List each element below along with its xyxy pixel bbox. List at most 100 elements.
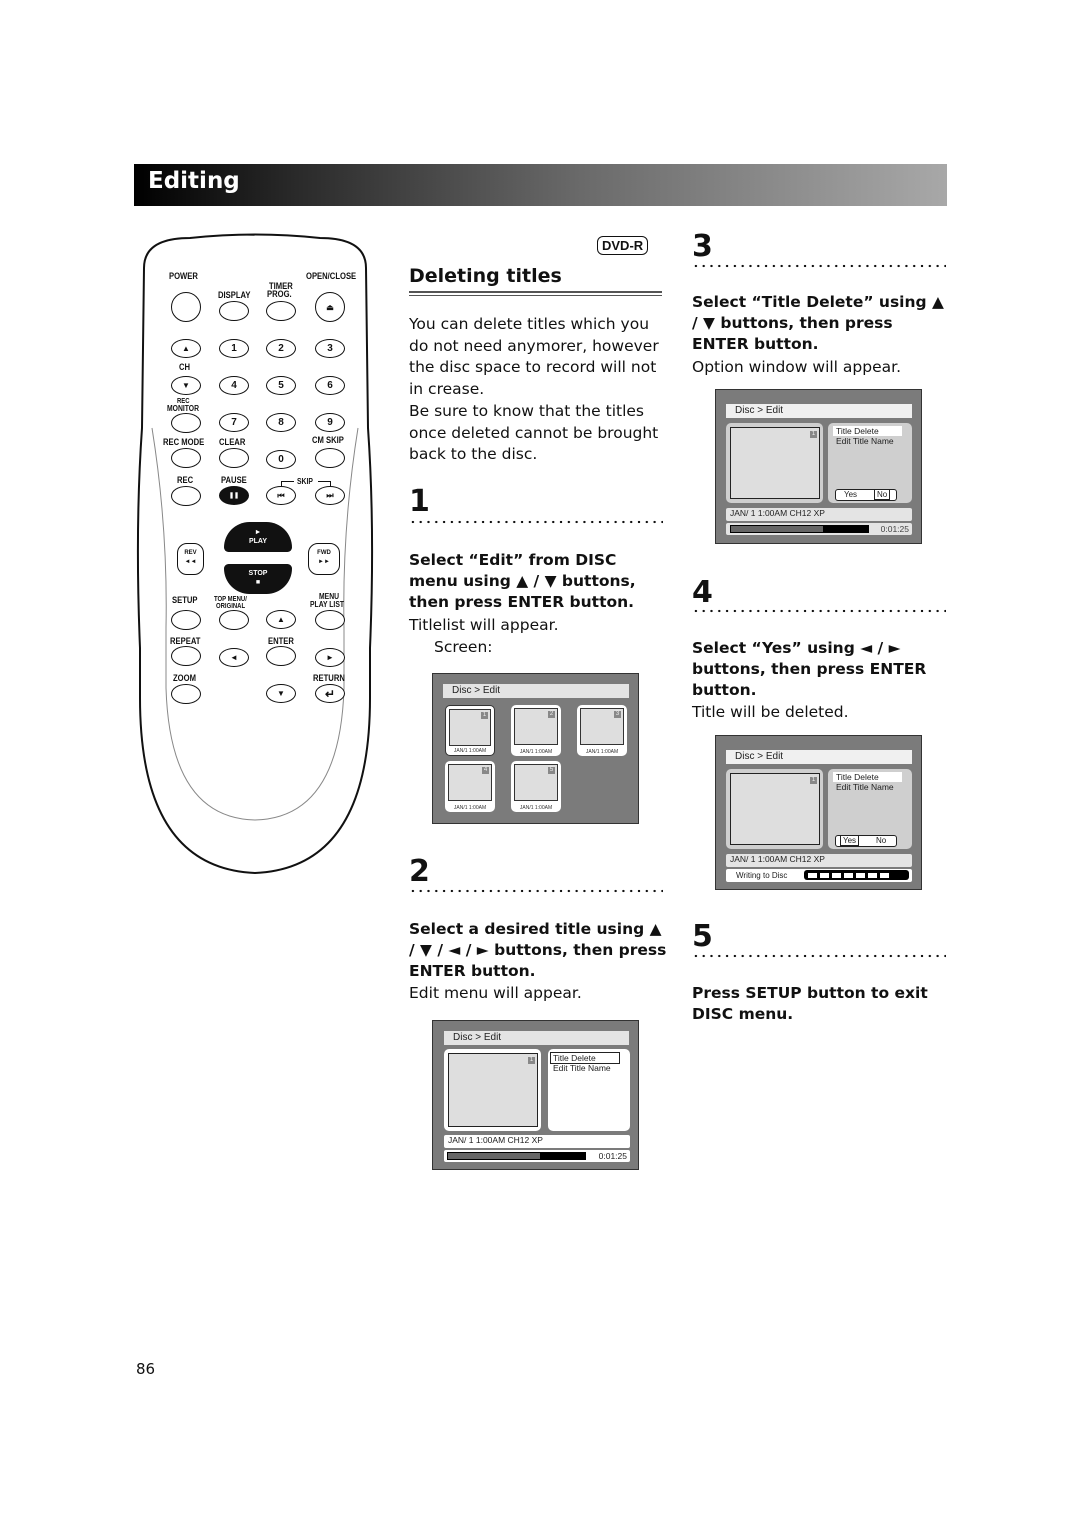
menu-play-list-button[interactable] xyxy=(315,610,345,630)
osd-info-bar: JAN/ 1 1:00AM CH12 XP xyxy=(726,854,912,867)
setup-button[interactable] xyxy=(171,610,201,630)
osd-preview-image xyxy=(448,1053,538,1127)
power-button[interactable] xyxy=(171,292,201,322)
osd-title-thumbnail[interactable]: 5 JAN/1 1:00AM xyxy=(511,761,561,812)
digit-4-button[interactable]: 4 xyxy=(219,376,249,395)
label-skip: SKIP xyxy=(297,477,313,486)
nav-down-button[interactable]: ▼ xyxy=(266,684,296,703)
digit-9-button[interactable]: 9 xyxy=(315,413,345,432)
osd-yes-option[interactable]: Yes xyxy=(844,490,857,500)
osd-title-thumbnail[interactable]: 2 JAN/1 1:00AM xyxy=(511,705,561,756)
open-close-button[interactable]: ⏏ xyxy=(315,292,345,322)
display-button[interactable] xyxy=(219,301,249,321)
writing-progress-segment xyxy=(808,872,817,878)
fwd-button[interactable]: FWD ►► xyxy=(308,543,340,575)
label-prog: PROG. xyxy=(267,289,292,299)
osd-title-thumbnail[interactable]: 1 JAN/1 1:00AM xyxy=(445,705,495,756)
step-2-instruction: Select a desired title using ▲ / ▼ / ◄ /… xyxy=(409,920,667,980)
stop-label: STOP xyxy=(248,570,268,577)
step-4-result: Title will be deleted. xyxy=(692,703,849,721)
thumbnail-caption: JAN/1 1:00AM xyxy=(519,749,553,755)
nav-right-button[interactable]: ► xyxy=(315,648,345,667)
osd-menu-item-edit-title-name[interactable]: Edit Title Name xyxy=(553,1063,611,1073)
osd-menu-item-edit-title-name[interactable]: Edit Title Name xyxy=(836,436,894,446)
rev-button[interactable]: REV ◄◄ xyxy=(177,543,204,575)
left-arrow-icon: ◄ xyxy=(230,653,238,662)
digit-1-button[interactable]: 1 xyxy=(219,339,249,358)
digit-5-button[interactable]: 5 xyxy=(266,376,296,395)
step-3-number: 3 xyxy=(692,229,713,264)
heading-double-rule xyxy=(409,291,662,296)
osd-option-window-screen: Disc > Edit 1 Title Delete Edit Title Na… xyxy=(715,389,922,544)
label-return: RETURN xyxy=(313,673,345,683)
osd-title-number: 1 xyxy=(810,431,817,438)
thumbnail-number: 3 xyxy=(614,711,621,718)
label-repeat: REPEAT xyxy=(170,636,201,646)
up-arrow-icon: ▲ xyxy=(277,615,285,624)
digit-0-button[interactable]: 0 xyxy=(266,450,296,469)
ch-down-button[interactable]: ▼ xyxy=(171,376,201,395)
osd-info-bar: JAN/ 1 1:00AM CH12 XP xyxy=(726,508,912,521)
osd-menu-item-title-delete[interactable]: Title Delete xyxy=(833,772,902,782)
nav-up-button[interactable]: ▲ xyxy=(266,610,296,629)
return-button[interactable]: ↵ xyxy=(315,684,345,703)
ch-up-button[interactable]: ▲ xyxy=(171,339,201,358)
osd-menu-panel: Title Delete Edit Title Name Yes No xyxy=(828,769,912,849)
section-title: Editing xyxy=(148,168,240,194)
dvd-r-badge: DVD-R xyxy=(597,236,649,255)
digit-label: 7 xyxy=(231,417,237,428)
rec-monitor-button[interactable] xyxy=(171,413,201,433)
thumbnail-caption: JAN/1 1:00AM xyxy=(585,749,619,755)
clear-button[interactable] xyxy=(219,448,249,468)
zoom-button[interactable] xyxy=(171,684,201,704)
osd-progress-fill xyxy=(731,526,823,532)
osd-title-thumbnail[interactable]: 4 JAN/1 1:00AM xyxy=(445,761,495,812)
label-open-close: OPEN/CLOSE xyxy=(306,271,357,281)
skip-back-button[interactable]: ⏮ xyxy=(266,486,296,505)
digit-7-button[interactable]: 7 xyxy=(219,413,249,432)
page-number: 86 xyxy=(136,1360,156,1378)
osd-titlelist-screen: Disc > Edit 1 JAN/1 1:00AM 2 JAN/1 1:00AM 3 J… xyxy=(432,673,639,824)
label-setup: SETUP xyxy=(172,595,198,605)
digit-3-button[interactable]: 3 xyxy=(315,339,345,358)
step-1-screen-label: Screen: xyxy=(434,638,493,656)
digit-label: 2 xyxy=(278,343,284,354)
label-cm-skip: CM SKIP xyxy=(312,435,344,445)
step-3-result: Option window will appear. xyxy=(692,358,902,376)
osd-title-number: 1 xyxy=(528,1057,535,1064)
top-menu-button[interactable] xyxy=(219,610,249,630)
down-arrow-icon: ▼ xyxy=(182,381,190,390)
osd-writing-status-bar: Writing to Disc xyxy=(726,869,912,882)
timer-prog-button[interactable] xyxy=(266,301,296,321)
fwd-label: FWD xyxy=(317,550,331,556)
osd-menu-item-title-delete[interactable]: Title Delete xyxy=(833,426,902,436)
digit-8-button[interactable]: 8 xyxy=(266,413,296,432)
rec-mode-button[interactable] xyxy=(171,448,201,468)
enter-button[interactable] xyxy=(266,646,296,666)
osd-yes-option-selected[interactable]: Yes xyxy=(840,835,860,846)
intro-paragraph-2: Be sure to know that the titles once del… xyxy=(409,402,659,464)
osd-preview-image xyxy=(730,773,820,845)
rec-button[interactable] xyxy=(171,486,201,506)
digit-label: 3 xyxy=(327,343,333,354)
fast-forward-icon: ►► xyxy=(318,559,330,565)
osd-title-thumbnail[interactable]: 3 JAN/1 1:00AM xyxy=(577,705,627,756)
digit-6-button[interactable]: 6 xyxy=(315,376,345,395)
play-button[interactable]: ► PLAY xyxy=(224,522,292,552)
osd-progress-bar: 0:01:25 xyxy=(726,523,912,535)
step-3-instruction: Select “Title Delete” using ▲ / ▼ button… xyxy=(692,293,944,353)
cm-skip-button[interactable] xyxy=(315,448,345,468)
digit-2-button[interactable]: 2 xyxy=(266,339,296,358)
osd-breadcrumb: Disc > Edit xyxy=(443,684,629,698)
osd-no-option-selected[interactable]: No xyxy=(874,489,891,500)
skip-forward-button[interactable]: ⏭ xyxy=(315,486,345,505)
thumbnail-number: 2 xyxy=(548,711,555,718)
repeat-button[interactable] xyxy=(171,646,201,666)
osd-no-option[interactable]: No xyxy=(876,836,886,846)
pause-button[interactable]: ❚❚ xyxy=(219,486,249,505)
osd-menu-item-edit-title-name[interactable]: Edit Title Name xyxy=(836,782,894,792)
thumbnail-caption: JAN/1 1:00AM xyxy=(519,805,553,811)
osd-writing-screen: Disc > Edit 1 Title Delete Edit Title Na… xyxy=(715,735,922,890)
label-rec: REC xyxy=(177,475,194,485)
nav-left-button[interactable]: ◄ xyxy=(219,648,249,667)
